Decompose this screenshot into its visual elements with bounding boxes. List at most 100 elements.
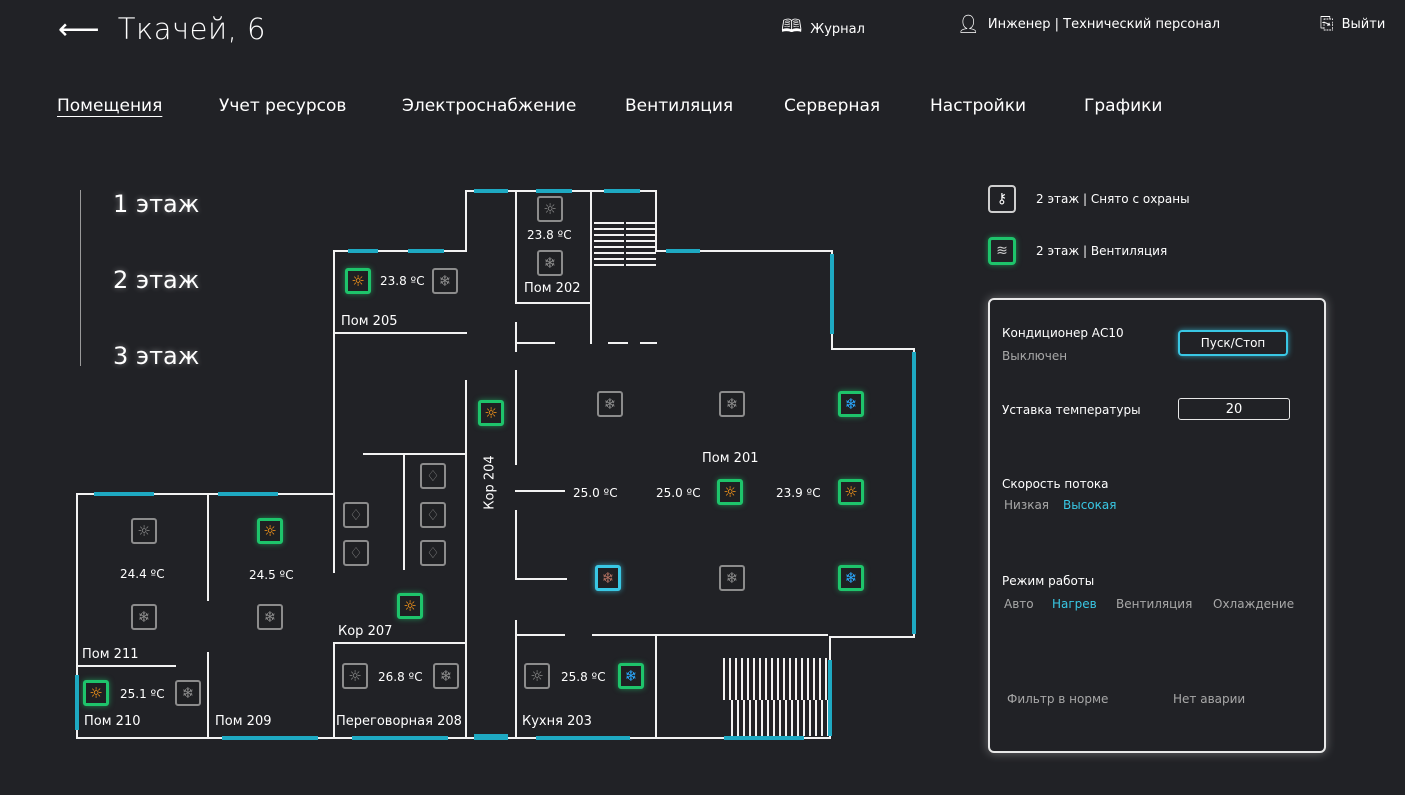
- user-label: Инженер | Технический персонал: [987, 17, 1221, 32]
- light-bulb-icon[interactable]: ☼: [83, 680, 109, 706]
- wall: [515, 634, 565, 636]
- wall: [592, 634, 828, 636]
- security-status-text: 2 этаж | Снято с охраны: [1036, 192, 1190, 206]
- wall: [640, 342, 657, 344]
- book-icon: 🕮: [781, 16, 803, 37]
- mode-cool-option[interactable]: Охлаждение: [1213, 597, 1294, 611]
- tab-settings[interactable]: Настройки: [930, 96, 1026, 116]
- snowflake-icon[interactable]: ❄: [433, 663, 459, 689]
- window: [724, 736, 804, 740]
- snowflake-icon[interactable]: ❄: [838, 391, 864, 417]
- security-status[interactable]: ⚷ 2 этаж | Снято с охраны: [988, 185, 1190, 213]
- tab-power[interactable]: Электроснабжение: [402, 96, 576, 116]
- water-drop-icon[interactable]: ♢: [343, 540, 369, 566]
- back-arrow-icon[interactable]: ⟵: [58, 12, 100, 46]
- water-drop-icon[interactable]: ♢: [420, 463, 446, 489]
- light-bulb-icon[interactable]: ☼: [537, 196, 563, 222]
- setpoint-input[interactable]: [1178, 398, 1290, 420]
- journal-link[interactable]: 🕮 Журнал: [781, 14, 865, 44]
- wall: [76, 737, 831, 739]
- wall: [515, 322, 517, 352]
- water-drop-icon[interactable]: ♢: [420, 540, 446, 566]
- wall: [515, 620, 517, 738]
- light-bulb-icon[interactable]: ☼: [342, 663, 368, 689]
- mode-vent-option[interactable]: Вентиляция: [1116, 597, 1192, 611]
- flow-high-option[interactable]: Высокая: [1063, 498, 1116, 512]
- snowflake-icon[interactable]: ❄: [719, 565, 745, 591]
- window: [536, 189, 572, 193]
- ventilation-icon[interactable]: ≋: [988, 237, 1016, 265]
- room-201-temp-2: 25.0 ºC: [656, 486, 701, 500]
- room-210-label: Пом 210: [84, 714, 141, 729]
- tab-charts[interactable]: Графики: [1084, 96, 1162, 116]
- light-bulb-icon[interactable]: ☼: [478, 400, 504, 426]
- wall: [403, 455, 405, 570]
- water-drop-icon[interactable]: ♢: [343, 502, 369, 528]
- building-title: Ткачей, 6: [117, 12, 266, 46]
- snowflake-icon[interactable]: ❄: [618, 663, 644, 689]
- wall: [335, 332, 467, 334]
- mode-auto-option[interactable]: Авто: [1004, 597, 1034, 611]
- light-bulb-icon[interactable]: ☼: [345, 268, 371, 294]
- snowflake-icon[interactable]: ❄: [175, 680, 201, 706]
- wall: [515, 578, 567, 580]
- flow-label: Скорость потока: [1002, 477, 1109, 491]
- light-bulb-icon[interactable]: ☼: [257, 518, 283, 544]
- window: [408, 249, 444, 253]
- tab-server[interactable]: Серверная: [784, 96, 880, 116]
- page-title[interactable]: ⟵ Ткачей, 6: [58, 12, 266, 46]
- floor-1[interactable]: 1 этаж: [113, 190, 199, 218]
- user-menu[interactable]: 👤︎ Инженер | Технический персонал: [957, 14, 1220, 35]
- room-202-label: Пом 202: [524, 281, 581, 296]
- staircase: [723, 658, 829, 700]
- ventilation-status[interactable]: ≋ 2 этаж | Вентиляция: [988, 237, 1167, 265]
- wall: [515, 510, 517, 578]
- wall: [76, 665, 176, 667]
- key-icon[interactable]: ⚷: [988, 185, 1016, 213]
- room-208-temp: 26.8 ºC: [378, 670, 423, 684]
- room-205-temp: 23.8 ºC: [380, 274, 425, 288]
- snowflake-icon[interactable]: ❄: [432, 268, 458, 294]
- wall: [655, 636, 657, 738]
- light-bulb-icon[interactable]: ☼: [397, 593, 423, 619]
- wall: [333, 642, 335, 738]
- wall: [207, 493, 209, 601]
- room-201-temp-1: 25.0 ºC: [573, 486, 618, 500]
- room-208-label: Переговорная 208: [336, 714, 462, 729]
- room-210-temp: 25.1 ºC: [120, 687, 165, 701]
- window: [828, 660, 832, 736]
- snowflake-icon[interactable]: ❄: [537, 250, 563, 276]
- room-201-temp-3: 23.9 ºC: [776, 486, 821, 500]
- light-bulb-icon[interactable]: ☼: [524, 663, 550, 689]
- tab-resources[interactable]: Учет ресурсов: [219, 96, 346, 116]
- tab-ventilation[interactable]: Вентиляция: [625, 96, 733, 116]
- water-drop-icon[interactable]: ♢: [420, 502, 446, 528]
- window: [222, 736, 318, 740]
- alarm-status: Нет аварии: [1173, 692, 1246, 706]
- light-bulb-icon[interactable]: ☼: [131, 518, 157, 544]
- wall: [608, 342, 628, 344]
- snowflake-icon[interactable]: ❄: [257, 604, 283, 630]
- floor-2[interactable]: 2 этаж: [113, 266, 199, 294]
- snowflake-icon[interactable]: ❄: [838, 565, 864, 591]
- wall: [515, 342, 555, 344]
- room-203-label: Кухня 203: [522, 714, 592, 729]
- wall: [465, 380, 467, 738]
- exit-link[interactable]: ⎘ Выйти: [1320, 14, 1385, 34]
- mode-heat-option[interactable]: Нагрев: [1052, 597, 1097, 611]
- window: [218, 492, 278, 496]
- tab-rooms[interactable]: Помещения: [57, 96, 162, 116]
- snowflake-icon[interactable]: ❄: [595, 565, 621, 591]
- start-stop-button[interactable]: Пуск/Стоп: [1178, 330, 1288, 356]
- corridor-207-label: Кор 207: [338, 624, 393, 639]
- floor-3[interactable]: 3 этаж: [113, 342, 199, 370]
- light-bulb-icon[interactable]: ☼: [717, 479, 743, 505]
- snowflake-icon[interactable]: ❄: [719, 391, 745, 417]
- flow-low-option[interactable]: Низкая: [1004, 498, 1049, 512]
- light-bulb-icon[interactable]: ☼: [838, 479, 864, 505]
- window: [348, 249, 378, 253]
- snowflake-icon[interactable]: ❄: [131, 604, 157, 630]
- snowflake-icon[interactable]: ❄: [597, 391, 623, 417]
- room-203-temp: 25.8 ºC: [561, 670, 606, 684]
- room-201-label: Пом 201: [702, 451, 759, 466]
